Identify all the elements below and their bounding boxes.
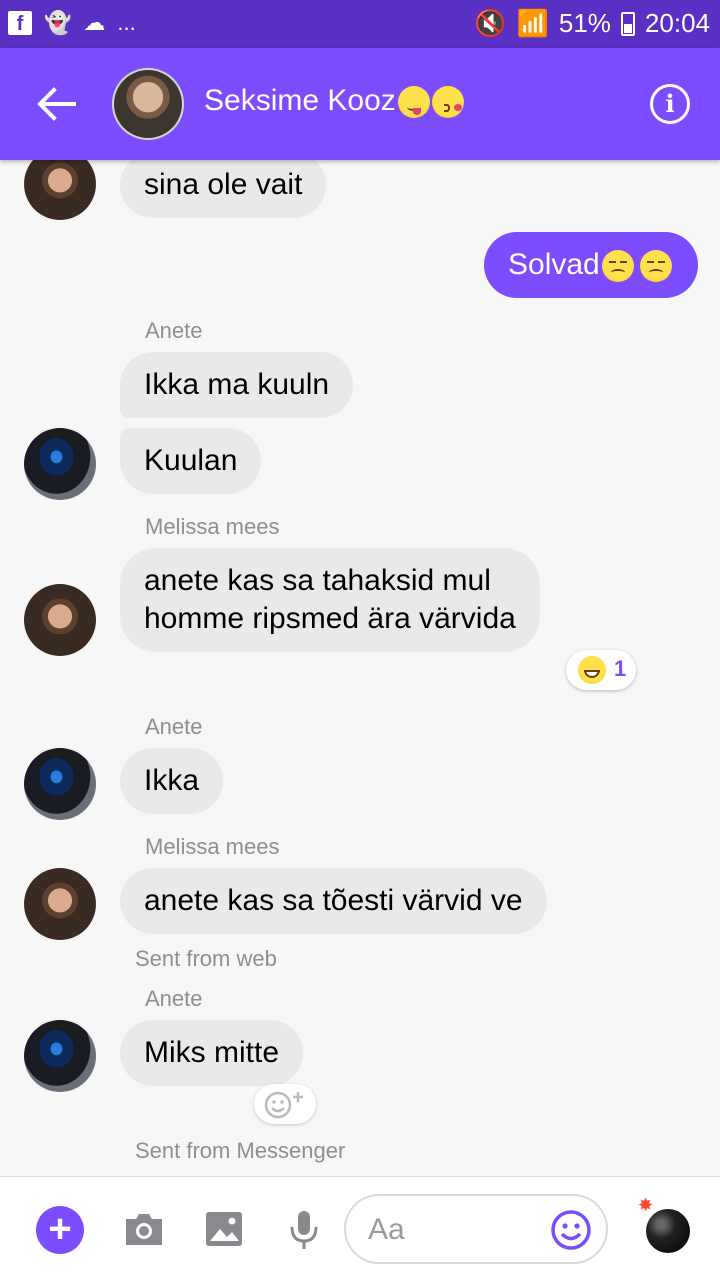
wifi-icon: 📶 [516,8,549,38]
reaction-count: 1 [614,656,627,681]
message-text: Ikka ma kuuln [144,368,330,401]
sender-name: Melissa mees [145,834,280,859]
message-text: sina ole vait [144,168,303,201]
status-right: 🔇 📶 51% 20:04 [474,8,710,39]
sender-avatar[interactable] [24,584,96,656]
sender-avatar[interactable] [24,868,96,940]
kiss-emoji-icon [431,86,464,119]
sent-via-label: Sent from Messenger [135,1138,346,1163]
message-text: anete kas sa tõesti värvid ve [144,884,523,917]
plus-icon[interactable]: + [36,1206,84,1254]
message-bubble[interactable]: Kuulan [120,428,262,494]
sender-name: Anete [145,318,203,343]
message-text-line: anete kas sa tahaksid mul [144,564,491,597]
message-bubble[interactable]: anete kas sa tahaksid mul homme ripsmed … [120,548,540,652]
sender-name: Anete [145,714,203,739]
sender-name: Melissa mees [145,514,280,539]
sender-avatar[interactable] [24,1020,96,1092]
message-bubble[interactable]: Ikka [120,748,224,814]
message-text: Solvad [508,248,600,281]
weather-icon: ☁ [83,10,106,35]
gallery-icon[interactable] [202,1207,246,1251]
message-composer [344,1194,608,1264]
message-text: Miks mitte [144,1036,279,1069]
reaction-badge[interactable]: 1 [566,650,636,690]
clock: 20:04 [644,8,710,38]
composer-bar: + [0,1176,720,1280]
message-bubble[interactable]: Miks mitte [120,1020,303,1086]
message-text: Ikka [144,764,200,797]
yum-emoji-icon [397,86,430,119]
outgoing-message-bubble[interactable]: Solvad [484,232,698,298]
message-bubble[interactable]: sina ole vait [120,152,327,218]
message-text: Kuulan [144,444,238,477]
disappointed-emoji-icon [639,250,672,283]
message-input[interactable] [368,1210,538,1250]
back-arrow-icon[interactable] [34,84,78,124]
conversation-header: Seksime Kooz i [0,48,720,160]
message-text-line: homme ripsmed ära värvida [144,602,516,635]
status-bar: f 👻 ☁ ... 🔇 📶 51% 20:04 [0,0,720,48]
microphone-icon[interactable] [282,1207,326,1251]
sender-avatar[interactable] [24,748,96,820]
sender-name: Anete [145,986,203,1011]
mute-icon: 🔇 [474,8,507,38]
laughing-emoji-icon [578,656,606,684]
bomb-icon[interactable] [638,1195,690,1253]
battery-icon [620,11,635,36]
disappointed-emoji-icon [601,250,634,283]
message-bubble[interactable]: Ikka ma kuuln [120,352,354,418]
sender-avatar[interactable] [24,428,96,500]
status-left: f 👻 ☁ ... [8,10,136,36]
sent-via-label: Sent from web [135,946,277,971]
emoji-icon[interactable] [550,1209,592,1251]
facebook-icon: f [8,11,32,35]
title-text: Seksime Kooz [204,84,396,117]
battery-percent: 51% [558,8,611,38]
snapchat-icon: 👻 [44,10,72,35]
message-bubble[interactable]: anete kas sa tõesti värvid ve [120,868,547,934]
more-notifications: ... [117,10,136,35]
add-reaction-icon [264,1091,303,1119]
group-avatar[interactable] [112,68,184,140]
conversation-title[interactable]: Seksime Kooz [204,84,464,119]
add-reaction-button[interactable] [254,1084,316,1124]
camera-icon[interactable] [122,1207,166,1251]
info-icon[interactable]: i [650,84,690,124]
